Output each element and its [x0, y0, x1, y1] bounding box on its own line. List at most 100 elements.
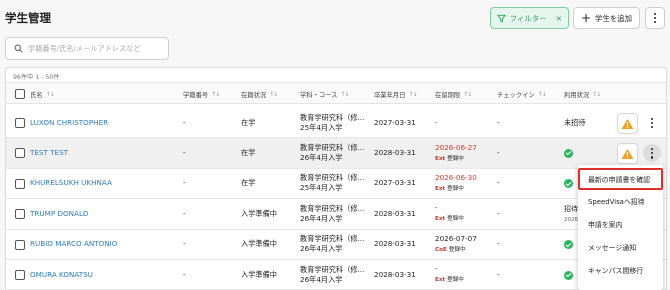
- enrollment-status: 在学: [241, 117, 256, 127]
- enrollment-status: 入学準備中: [241, 269, 277, 279]
- sort-icon: ↑↓: [537, 90, 547, 98]
- table-row[interactable]: TEST TEST - 在学 教育学研究科（修... 26年4月入学 2028-0…: [6, 138, 666, 169]
- menu-item-campus-transfer[interactable]: キャンパス間移行: [578, 259, 663, 281]
- enrollment-status: 在学: [241, 148, 256, 158]
- col-header-visa-expiry[interactable]: 在留期限 ↑↓: [435, 83, 472, 105]
- student-id: -: [183, 239, 186, 249]
- vertical-dots-icon: [650, 148, 654, 159]
- search-input[interactable]: [28, 44, 168, 53]
- sort-icon: ↑↓: [592, 90, 601, 98]
- vertical-dots-icon: [653, 12, 657, 24]
- row-checkbox[interactable]: [15, 239, 25, 250]
- table-row[interactable]: OMURA KONATSU - 入学準備中 教育学研究科（修... 26年4月入学…: [6, 260, 666, 290]
- row-more-button[interactable]: [643, 144, 661, 163]
- plus-icon: +: [580, 11, 592, 25]
- graduation-date: 2028-03-31: [374, 269, 416, 279]
- col-header-checkin[interactable]: チェックイン ↑↓: [497, 83, 547, 105]
- check-circle-icon: [564, 179, 573, 189]
- checkin-status: -: [497, 208, 500, 218]
- course: 教育学研究科（修... 26年4月入学: [300, 234, 365, 254]
- sort-icon: ↑↓: [211, 90, 220, 98]
- filter-icon: [496, 14, 506, 22]
- graduation-date: 2028-03-31: [374, 148, 416, 158]
- course: 教育学研究科（修... 26年4月入学: [300, 264, 365, 284]
- sort-icon: ↑↓: [463, 90, 472, 98]
- visa-expiry: 2026-07-07 CoE 登録中: [435, 233, 477, 253]
- col-header-graduation[interactable]: 卒業年月日 ↑↓: [374, 83, 418, 105]
- search-box: [5, 37, 169, 60]
- students-table: 96件中 1 - 50件 氏名 ↑↓ 学籍番号 ↑↓ 在籍状況 ↑↓ 学科・コース ↑↓…: [5, 67, 667, 290]
- check-circle-icon: [564, 270, 573, 280]
- page-title: 学生管理: [5, 11, 51, 25]
- select-all-checkbox[interactable]: [15, 89, 25, 99]
- checkin-status: -: [497, 117, 500, 127]
- warning-icon: [621, 118, 634, 129]
- col-header-status[interactable]: 在籍状況 ↑↓: [241, 83, 278, 105]
- menu-item-message-notification[interactable]: メッセージ通知: [578, 236, 663, 258]
- filter-clear-icon[interactable]: ×: [556, 14, 563, 23]
- visa-expiry: 2026-06-30 Ext 登録中: [435, 172, 477, 192]
- row-context-menu: 最新の申請書を確認 SpeedVisaへ招待 申請を案内 メッセージ通知 キャン…: [578, 165, 663, 290]
- table-row[interactable]: LUXON CHRISTOPHER - 在学 教育学研究科（修... 25年4月入…: [6, 108, 666, 139]
- course: 教育学研究科（修... 25年4月入学: [300, 173, 365, 193]
- table-row[interactable]: TRUMP DONALD - 入学準備中 教育学研究科（修... 26年4月入学 …: [6, 199, 666, 230]
- student-name-link[interactable]: LUXON CHRISTOPHER: [30, 108, 108, 137]
- student-name-link[interactable]: KHURELSUKH UKHNAA: [30, 169, 112, 198]
- visa-expiry: - Ext 登録中: [435, 203, 464, 223]
- table-row[interactable]: RUBIO MARCO ANTONIO - 入学準備中 教育学研究科（修... 2…: [6, 229, 666, 260]
- row-checkbox[interactable]: [15, 118, 25, 128]
- warning-button[interactable]: [617, 113, 638, 134]
- usage-status: 未招待: [564, 117, 586, 127]
- col-header-usage[interactable]: 利用状況 ↑↓: [564, 83, 601, 105]
- student-name-link[interactable]: OMURA KONATSU: [30, 260, 93, 289]
- check-circle-icon: [564, 240, 573, 250]
- row-checkbox[interactable]: [15, 209, 25, 220]
- col-header-course[interactable]: 学科・コース ↑↓: [300, 83, 350, 105]
- visa-expiry: 2026-06-27 Ext 登録中: [435, 142, 477, 162]
- add-student-button[interactable]: + 学生を追加: [573, 7, 640, 29]
- course: 教育学研究科（修... 26年4月入学: [300, 143, 365, 163]
- student-name-link[interactable]: TEST TEST: [30, 138, 68, 167]
- result-count: 96件中 1 - 50件: [13, 74, 60, 81]
- student-id: -: [183, 269, 186, 279]
- enrollment-status: 入学準備中: [241, 208, 277, 218]
- col-header-student-id[interactable]: 学籍番号 ↑↓: [183, 83, 220, 105]
- menu-item-guide-application[interactable]: 申請を案内: [578, 213, 663, 235]
- warning-icon: [621, 148, 634, 159]
- sort-icon: ↑↓: [269, 90, 278, 98]
- checkin-status: -: [497, 178, 500, 188]
- add-student-label: 学生を追加: [595, 13, 633, 23]
- menu-item-view-latest-application[interactable]: 最新の申請書を確認: [578, 168, 663, 190]
- warning-button[interactable]: [617, 143, 638, 165]
- graduation-date: 2028-03-31: [374, 239, 416, 249]
- visa-expiry: - Ext 登録中: [435, 264, 464, 284]
- more-options-button[interactable]: [645, 7, 665, 29]
- filter-label: フィルター: [509, 13, 547, 23]
- table-row[interactable]: KHURELSUKH UKHNAA - 在学 教育学研究科（修... 25年4月入…: [6, 168, 666, 200]
- graduation-date: 2027-03-31: [374, 178, 416, 188]
- checkin-status: -: [497, 269, 500, 279]
- filter-button[interactable]: フィルター ×: [490, 7, 569, 29]
- sort-icon: ↑↓: [340, 90, 349, 98]
- col-header-name[interactable]: 氏名 ↑↓: [30, 83, 55, 105]
- row-checkbox[interactable]: [15, 148, 25, 159]
- row-more-button[interactable]: [643, 114, 661, 132]
- graduation-date: 2027-03-31: [374, 117, 416, 127]
- menu-item-invite-speedvisa[interactable]: SpeedVisaへ招待: [578, 190, 663, 212]
- checkin-status: -: [497, 239, 500, 249]
- student-name-link[interactable]: TRUMP DONALD: [30, 199, 89, 228]
- row-checkbox[interactable]: [15, 270, 25, 280]
- vertical-dots-icon: [650, 117, 654, 129]
- student-id: -: [183, 208, 186, 218]
- graduation-date: 2028-03-31: [374, 208, 416, 218]
- sort-icon: ↑↓: [45, 90, 55, 98]
- course: 教育学研究科（修... 26年4月入学: [300, 203, 365, 223]
- enrollment-status: 在学: [241, 178, 256, 188]
- student-name-link[interactable]: RUBIO MARCO ANTONIO: [30, 230, 117, 259]
- row-checkbox[interactable]: [15, 178, 25, 189]
- sort-icon: ↑↓: [408, 90, 417, 98]
- visa-expiry: -: [435, 117, 438, 127]
- checkin-status: -: [497, 148, 500, 158]
- student-id: -: [183, 178, 186, 188]
- table-header: 氏名 ↑↓ 学籍番号 ↑↓ 在籍状況 ↑↓ 学科・コース ↑↓ 卒業年月日 ↑↓ 在留期限…: [6, 82, 666, 105]
